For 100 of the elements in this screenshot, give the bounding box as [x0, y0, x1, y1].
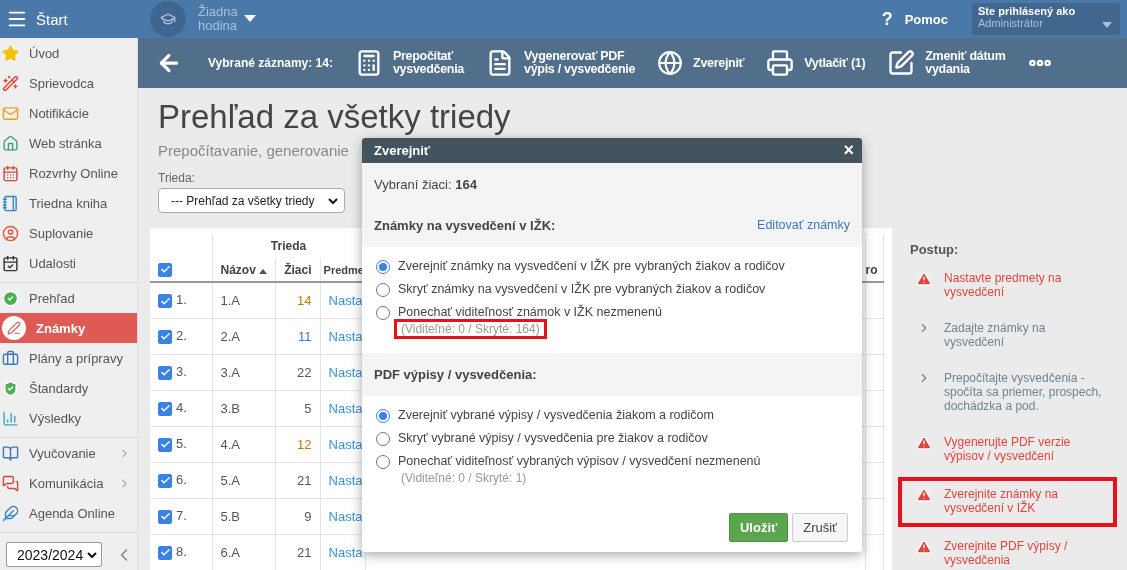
close-button[interactable]: × — [843, 140, 854, 161]
class-name: 5.B — [220, 508, 240, 524]
warning-icon — [916, 435, 932, 451]
section-title: Známky na vysvedčení v IŽK: — [374, 218, 556, 233]
cancel-button[interactable]: Zrušiť — [792, 513, 848, 542]
sidebar-item[interactable]: Plány a prípravy — [0, 343, 137, 373]
column-header[interactable]: ro — [865, 262, 878, 277]
radio-button[interactable] — [376, 283, 390, 297]
sidebar-item[interactable]: Známky — [0, 313, 137, 343]
page-title: Prehľad za všetky triedy — [158, 98, 512, 136]
check-circle-icon — [2, 289, 19, 307]
class-name: 1.A — [220, 292, 240, 308]
radio-button[interactable] — [376, 455, 390, 469]
row-number: 1. — [176, 292, 187, 308]
class-name: 3.A — [220, 364, 240, 380]
row-checkbox[interactable] — [158, 509, 172, 524]
row-checkbox[interactable] — [158, 329, 172, 344]
row-checkbox[interactable] — [158, 294, 172, 309]
radio-button[interactable] — [376, 260, 390, 274]
option-label[interactable]: Ponechať viditeľnosť vybraných výpisov / vysvedčení nezmenenú — [398, 454, 761, 468]
sidebar-item[interactable]: Udalosti — [0, 248, 137, 278]
student-count: 12 — [297, 436, 312, 452]
edit-grades-link[interactable]: Editovať známky — [757, 218, 850, 233]
star-icon — [2, 44, 19, 62]
toolbar-button[interactable]: Vytlačiť (1) — [766, 49, 866, 77]
sidebar-item[interactable]: Štandardy — [0, 373, 137, 403]
step-item[interactable]: Prepočítajte vysvedčenia - spočíta sa priemer, prospech, dochádzka a pod. — [898, 361, 1117, 425]
option-label[interactable]: Ponechať viditeľnosť známok v IŽK nezmenenú — [398, 305, 662, 319]
radio-button[interactable] — [376, 432, 390, 446]
column-group-header: Trieda — [270, 239, 307, 253]
feather-icon — [2, 504, 19, 522]
selected-students: Vybraní žiaci: 164 — [374, 177, 477, 192]
column-header[interactable]: Žiaci — [284, 262, 312, 277]
sidebar-item[interactable]: Triedna kniha — [0, 188, 137, 218]
toolbar-button[interactable]: Prepočítať vysvedčenia — [354, 49, 464, 77]
user-icon — [2, 224, 19, 242]
globe-icon — [657, 50, 684, 76]
calendar-icon — [2, 164, 19, 182]
student-count: 14 — [297, 292, 312, 308]
briefcase-icon — [2, 349, 19, 367]
edit-icon — [887, 49, 916, 77]
sidebar-item[interactable]: Výsledky — [0, 403, 137, 433]
sort-icon — [259, 268, 268, 274]
sidebar-item[interactable]: Vyučovanie — [0, 438, 137, 468]
highlighted-step[interactable]: Zverejnite známky na vysvedčení v IŽK — [898, 477, 1117, 527]
sidebar-item[interactable]: Notifikácie — [0, 98, 137, 128]
bar-chart-icon — [2, 409, 19, 427]
envelope-icon — [2, 104, 19, 122]
radio-button[interactable] — [376, 409, 390, 423]
sidebar-item[interactable]: Sprievodca — [0, 68, 137, 98]
sidebar-item[interactable]: Web stránka — [0, 128, 137, 158]
toolbar-button[interactable]: Zverejniť — [657, 50, 745, 76]
user-menu[interactable]: Ste prihlásený ako Administrátor — [972, 3, 1120, 35]
column-header[interactable]: Názov — [220, 262, 256, 277]
row-checkbox[interactable] — [158, 437, 172, 452]
notebook-icon — [2, 194, 19, 212]
year-select[interactable]: 2023/2024 — [6, 542, 102, 567]
sidebar-item[interactable]: Suplovanie — [0, 218, 137, 248]
chevron-icon — [328, 197, 338, 204]
caret-icon — [1102, 22, 1112, 28]
row-checkbox[interactable] — [158, 473, 172, 488]
class-name: 6.A — [220, 544, 240, 560]
step-item[interactable]: Vygenerujte PDF verzie výpisov / vysvedčení — [898, 425, 1117, 475]
home-icon — [2, 134, 19, 152]
book-icon — [2, 444, 19, 462]
help-link[interactable]: Pomoc — [904, 11, 948, 27]
student-count: 21 — [297, 472, 312, 488]
sidebar-item[interactable]: Rozvrhy Online — [0, 158, 137, 188]
option-label[interactable]: Zverejniť známky na vysvedčení v IŽK pre vybraných žiakov a rodičov — [398, 259, 785, 273]
toolbar-button[interactable]: Vygenerovať PDF výpis / vysvedčenie — [486, 49, 636, 77]
step-item[interactable]: Nastavte predmety na vysvedčení — [898, 261, 1117, 311]
warning-icon — [916, 271, 932, 287]
help-icon[interactable]: ? — [881, 8, 893, 30]
selection-count: Vybrané záznamy: 14: — [208, 56, 333, 70]
row-checkbox[interactable] — [158, 401, 172, 416]
start-label[interactable]: Štart — [36, 10, 68, 28]
toolbar-button[interactable]: Zmeniť dátum vydania — [887, 49, 1006, 77]
sidebar-item[interactable]: Komunikácia — [0, 468, 137, 498]
step-item[interactable]: Zadajte známky na vysvedčení — [898, 311, 1117, 361]
caret-icon[interactable] — [243, 15, 256, 23]
column-header[interactable]: Predme — [323, 263, 364, 276]
avatar-icon[interactable] — [150, 1, 186, 37]
sidebar-item[interactable]: Agenda Online — [0, 498, 137, 528]
step-item[interactable]: Zverejnite PDF výpisy / vysvedčenia — [898, 529, 1117, 570]
row-checkbox[interactable] — [158, 545, 172, 560]
class-name: 3.B — [220, 400, 240, 416]
row-number: 5. — [176, 436, 187, 452]
radio-button[interactable] — [376, 306, 390, 320]
row-checkbox[interactable] — [158, 365, 172, 380]
student-count: 11 — [298, 328, 312, 344]
sidebar-item[interactable]: Úvod — [0, 38, 137, 68]
steps-title: Postup: — [909, 242, 960, 257]
option-label[interactable]: Skryť známky na vysvedčení v IŽK pre vybraných žiakov a rodičov — [398, 282, 766, 296]
student-count: 5 — [304, 400, 312, 416]
select-all-checkbox[interactable] — [158, 262, 172, 277]
row-number: 2. — [176, 328, 187, 344]
row-number: 7. — [176, 508, 187, 524]
row-number: 8. — [176, 544, 187, 560]
sidebar-item[interactable]: Prehľad — [0, 283, 137, 313]
class-select[interactable]: --- Prehľad za všetky triedy — [158, 188, 345, 213]
